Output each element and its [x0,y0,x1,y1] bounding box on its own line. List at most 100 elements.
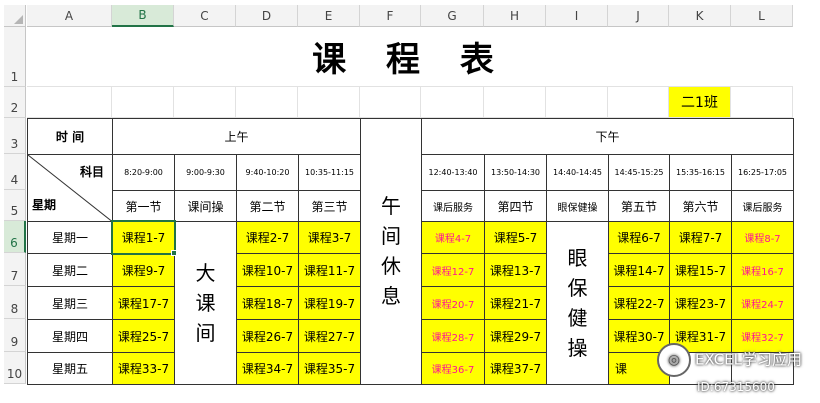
big-break-char: 间 [195,321,216,345]
course-cell[interactable]: 课程7-7 [669,221,732,254]
time-label: 时 间 [27,118,113,155]
course-cell[interactable]: 课程21-7 [484,286,547,320]
course-cell[interactable]: 课程8-7 [731,221,794,254]
row-header-4[interactable]: 4 [4,154,26,190]
course-cell[interactable]: 课程24-7 [731,286,794,320]
row-header-10[interactable]: 10 [4,352,26,384]
course-cell[interactable]: 课程10-7 [236,253,299,287]
row-header-3[interactable]: 3 [4,118,26,154]
row-header-1[interactable]: 1 [4,27,26,87]
period-label: 第三节 [298,190,361,222]
column-header-g[interactable]: G [421,5,484,27]
selected-cell-outline[interactable] [111,220,176,255]
time-slot: 9:00-9:30 [174,154,237,191]
course-cell[interactable]: 课程5-7 [484,221,547,254]
column-header-l[interactable]: L [731,5,793,27]
big-break-char: 大 [195,261,216,285]
course-cell[interactable]: 课程28-7 [421,319,485,353]
period-label: 课间操 [174,190,237,222]
period-label: 课后服务 [421,190,485,222]
big-break-char: 课 [195,291,216,315]
noon-break: 午间休息 [360,118,422,385]
row-header-2[interactable]: 2 [4,87,26,118]
time-slot: 9:40-10:20 [236,154,299,191]
day-label: 星期三 [27,286,113,320]
course-cell[interactable]: 课程6-7 [608,221,670,254]
course-cell[interactable]: 课程22-7 [608,286,670,320]
column-header-c[interactable]: C [174,5,236,27]
noon-break-char: 休 [381,254,401,278]
day-label: 星期四 [27,319,113,353]
course-cell[interactable]: 课程37-7 [484,352,547,385]
noon-break-char: 间 [381,224,401,248]
eye-exercise-char: 健 [567,306,588,330]
row-header-5[interactable]: 5 [4,190,26,221]
course-cell[interactable]: 课程11-7 [298,253,361,287]
day-label: 星期二 [27,253,113,287]
time-slot: 15:35-16:15 [669,154,732,191]
time-slot: 8:20-9:00 [112,154,175,191]
column-header-f[interactable]: F [360,5,421,27]
course-cell[interactable]: 课程4-7 [421,221,485,254]
course-cell[interactable]: 课程33-7 [112,352,175,385]
course-cell[interactable]: 课程29-7 [484,319,547,353]
course-cell[interactable]: 课程13-7 [484,253,547,287]
course-cell[interactable]: 课程3-7 [298,221,361,254]
column-header-k[interactable]: K [669,5,731,27]
subject-weekday-header: 科目 星期 [27,154,113,222]
course-cell[interactable]: 课程26-7 [236,319,299,353]
course-cell[interactable]: 课程19-7 [298,286,361,320]
period-label: 第二节 [236,190,299,222]
noon-break-char: 息 [381,284,401,308]
period-label: 眼保健操 [546,190,609,222]
period-label: 课后服务 [731,190,794,222]
time-slot: 14:45-15:25 [608,154,670,191]
course-cell[interactable]: 课程25-7 [112,319,175,353]
column-header-d[interactable]: D [236,5,298,27]
time-slot: 13:50-14:30 [484,154,547,191]
course-cell[interactable]: 课程12-7 [421,253,485,287]
course-cell[interactable]: 课程9-7 [112,253,175,287]
course-cell[interactable]: 课程16-7 [731,253,794,287]
noon-break-char: 午 [381,194,401,218]
course-cell[interactable]: 课程20-7 [421,286,485,320]
select-all-corner[interactable] [4,5,26,27]
column-header-e[interactable]: E [298,5,360,27]
course-cell[interactable]: 课程34-7 [236,352,299,385]
column-header-a[interactable]: A [27,5,112,27]
big-break: 大课间 [174,221,237,385]
time-slot: 10:35-11:15 [298,154,361,191]
course-cell[interactable]: 课程35-7 [298,352,361,385]
course-cell[interactable]: 课程23-7 [669,286,732,320]
course-cell[interactable]: 课程2-7 [236,221,299,254]
column-header-i[interactable]: I [546,5,608,27]
course-cell[interactable]: 课程36-7 [421,352,485,385]
watermark-name: EXCEL学习应用 [695,350,802,369]
row-header-9[interactable]: 9 [4,319,26,352]
row-header-7[interactable]: 7 [4,253,26,286]
class-value[interactable]: 二1班 [669,87,730,117]
eye-exercise-char: 眼 [567,246,588,270]
course-cell[interactable]: 课程15-7 [669,253,732,287]
fill-handle[interactable] [171,250,177,256]
eye-exercise: 眼保健操 [546,221,609,385]
weekday-label: 星期 [32,198,57,212]
course-cell[interactable]: 课程14-7 [608,253,670,287]
column-header-h[interactable]: H [484,5,546,27]
row-header-6[interactable]: 6 [4,221,26,253]
morning-header: 上午 [112,118,361,155]
wechat-icon: ◎ [657,343,692,377]
course-cell[interactable]: 课程27-7 [298,319,361,353]
column-header-b[interactable]: B [112,5,174,27]
row-header-8[interactable]: 8 [4,286,26,319]
time-slot: 16:25-17:05 [731,154,794,191]
column-header-j[interactable]: J [608,5,669,27]
afternoon-header: 下午 [421,118,794,155]
watermark-id: ID:67315600 [697,380,775,394]
day-label: 星期一 [27,221,113,254]
period-label: 第四节 [484,190,547,222]
course-cell[interactable]: 课程18-7 [236,286,299,320]
period-label: 第六节 [669,190,732,222]
time-slot: 12:40-13:40 [421,154,485,191]
course-cell[interactable]: 课程17-7 [112,286,175,320]
